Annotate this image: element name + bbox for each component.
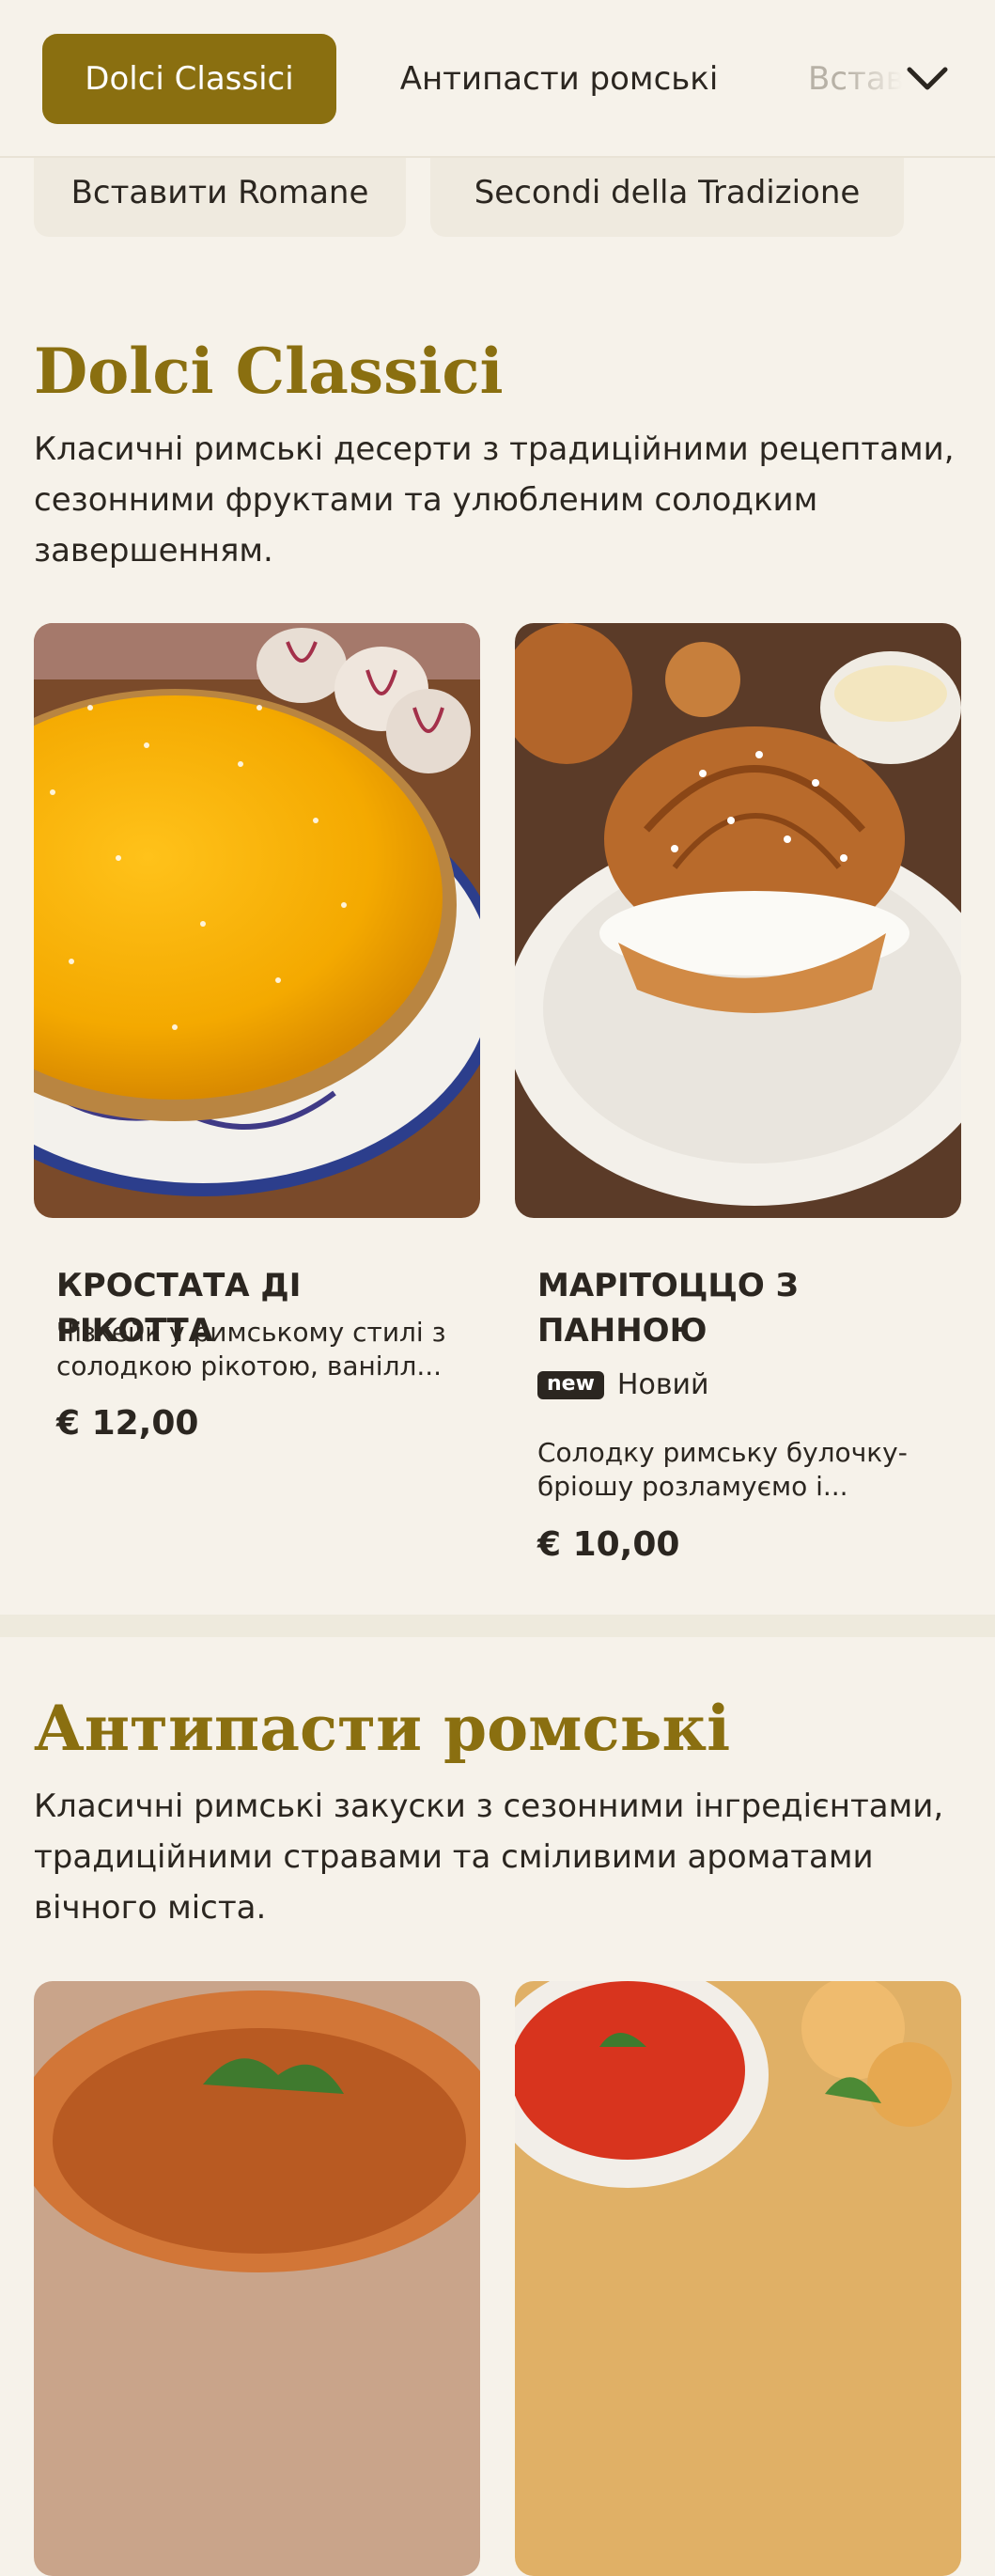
- section-title-antipasti: Антипасти ромські: [34, 1692, 731, 1765]
- chip-secondi-della-tradizione[interactable]: Secondi della Tradizione: [430, 148, 904, 237]
- maritozzo-image[interactable]: [515, 623, 961, 1218]
- section-description-antipasti: Класичні римські закуски з сезонними інг…: [34, 1788, 944, 1927]
- antipasti-item-image-1[interactable]: [34, 1981, 480, 2576]
- more-categories-button[interactable]: [897, 49, 957, 109]
- new-badge: new: [537, 1370, 604, 1399]
- new-badge-label: Новий: [616, 1368, 709, 1401]
- chip-vstavyty-romane[interactable]: Вставити Romane: [34, 148, 406, 237]
- chevron-down-icon: [907, 67, 948, 90]
- crostata-ricotta-image[interactable]: [34, 623, 480, 1218]
- section-title-dolci: Dolci Classici: [34, 335, 504, 408]
- new-badge-row: new Новий: [537, 1368, 709, 1401]
- category-nav: Dolci Classici Антипасти ромські Вставит…: [0, 0, 995, 158]
- item-price-crostata: € 12,00: [56, 1404, 199, 1443]
- item-name-maritozzo[interactable]: МАРІТОЦЦО З ПАННОЮ: [537, 1263, 932, 1353]
- section-description-dolci: Класичні римські десерти з традиційними …: [34, 430, 955, 570]
- antipasti-item-image-2[interactable]: [515, 1981, 961, 2576]
- section-divider: [0, 1615, 995, 1637]
- item-description-crostata: Чізкейк у римському стилі з солодкою рік…: [56, 1317, 446, 1382]
- tab-dolci-classici[interactable]: Dolci Classici: [42, 34, 336, 124]
- item-price-maritozzo: € 10,00: [537, 1525, 680, 1564]
- tab-antipasti-romski[interactable]: Антипасти ромські: [376, 34, 742, 124]
- item-description-maritozzo: Солодку римську булочку-бріошу розламуєм…: [537, 1437, 908, 1502]
